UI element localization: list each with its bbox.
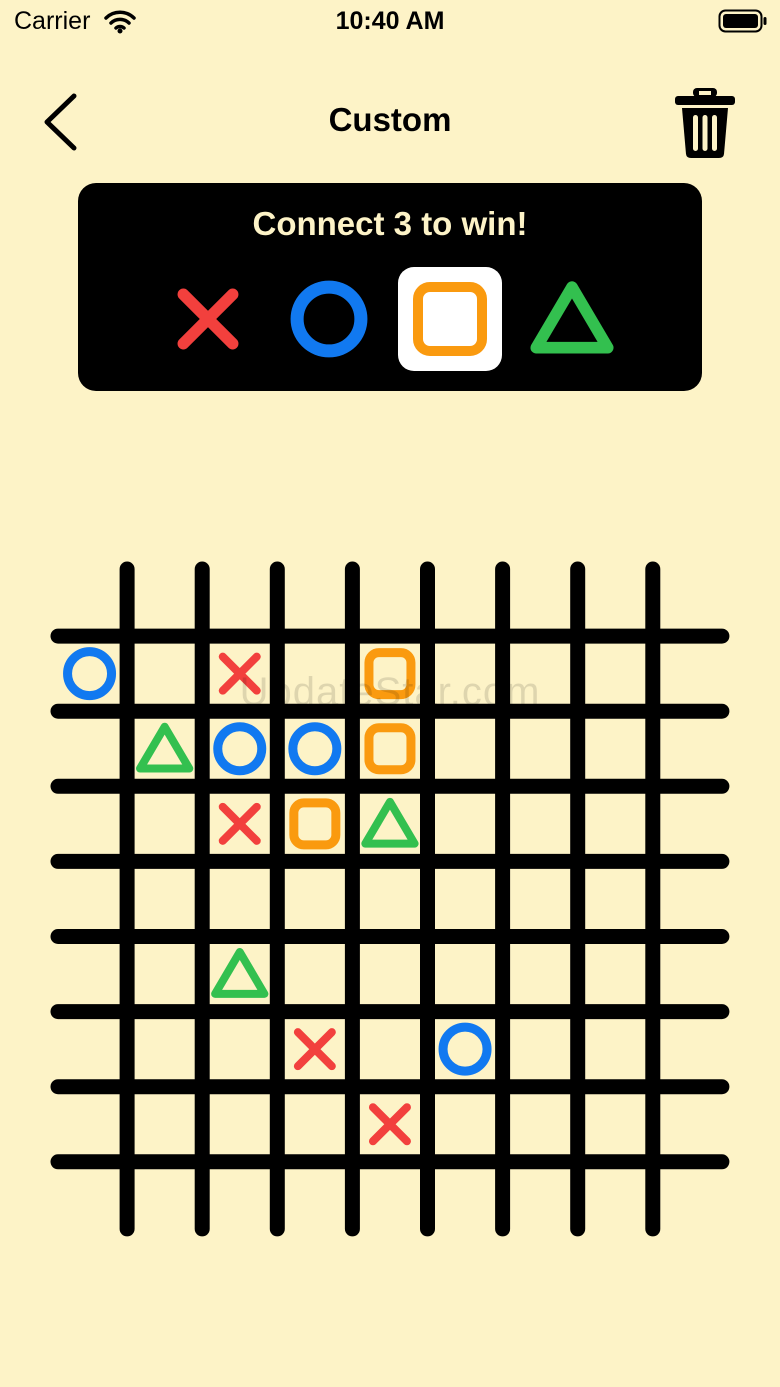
board-cell[interactable] (277, 937, 352, 1012)
board-cell[interactable] (202, 1162, 277, 1237)
board-cell[interactable] (503, 1012, 578, 1087)
board-cell[interactable] (578, 786, 653, 861)
board-cell[interactable] (52, 937, 127, 1012)
board-cell[interactable] (277, 1087, 352, 1162)
board-cell[interactable] (428, 1087, 503, 1162)
board-cell[interactable] (653, 1162, 728, 1237)
board-cell[interactable] (503, 711, 578, 786)
board-cell[interactable] (52, 861, 127, 936)
board-cell[interactable] (428, 1162, 503, 1237)
board-cell[interactable] (52, 1162, 127, 1237)
board-cell[interactable] (127, 1012, 202, 1087)
square-piece-icon (289, 798, 341, 850)
board-cell[interactable] (52, 1087, 127, 1162)
board-cell[interactable] (277, 561, 352, 636)
board-cell[interactable] (352, 937, 427, 1012)
board-cell[interactable] (578, 1162, 653, 1237)
watermark-text: UpdateStar.com (239, 670, 541, 714)
board-cell[interactable] (52, 711, 127, 786)
board-cell[interactable] (503, 1087, 578, 1162)
board-cell[interactable] (202, 1012, 277, 1087)
board-cell[interactable] (428, 786, 503, 861)
board-cell[interactable] (428, 711, 503, 786)
board-cell[interactable] (503, 786, 578, 861)
board-cell[interactable] (127, 561, 202, 636)
square-piece-icon (364, 723, 416, 775)
board-cell[interactable] (202, 937, 277, 1012)
board-cell[interactable] (52, 786, 127, 861)
board-cell[interactable] (578, 561, 653, 636)
board-cell[interactable] (653, 1087, 728, 1162)
board-cell[interactable] (653, 786, 728, 861)
board-cell[interactable] (127, 937, 202, 1012)
board-cell[interactable] (127, 1087, 202, 1162)
board-cell[interactable] (352, 1012, 427, 1087)
board-cell[interactable] (653, 937, 728, 1012)
board-cell[interactable] (578, 861, 653, 936)
board-cell[interactable] (653, 861, 728, 936)
board-cell[interactable] (352, 861, 427, 936)
board-cell[interactable] (352, 786, 427, 861)
board-cell[interactable] (352, 561, 427, 636)
board-cell[interactable] (578, 1087, 653, 1162)
board-cell[interactable] (52, 1012, 127, 1087)
board-cell[interactable] (503, 1162, 578, 1237)
board-cell[interactable] (653, 561, 728, 636)
board-cell[interactable] (503, 937, 578, 1012)
board-cell[interactable] (202, 561, 277, 636)
board-cell[interactable] (352, 1162, 427, 1237)
board-cell[interactable] (428, 937, 503, 1012)
board-cell[interactable] (127, 861, 202, 936)
board-cell[interactable] (653, 711, 728, 786)
board-cell[interactable] (277, 1162, 352, 1237)
board-cell[interactable] (503, 561, 578, 636)
board-cell[interactable] (52, 561, 127, 636)
board-cell[interactable] (127, 786, 202, 861)
board-cell[interactable] (578, 711, 653, 786)
board-cell[interactable] (202, 861, 277, 936)
board-cell[interactable] (578, 937, 653, 1012)
board-cell[interactable] (653, 1012, 728, 1087)
board-cell[interactable] (127, 1162, 202, 1237)
board-cell[interactable] (202, 1087, 277, 1162)
board-cell[interactable] (503, 861, 578, 936)
board-cell[interactable] (277, 861, 352, 936)
board-cell[interactable] (127, 711, 202, 786)
board-cell[interactable] (578, 1012, 653, 1087)
board-cell[interactable] (428, 861, 503, 936)
board-cell[interactable] (428, 561, 503, 636)
